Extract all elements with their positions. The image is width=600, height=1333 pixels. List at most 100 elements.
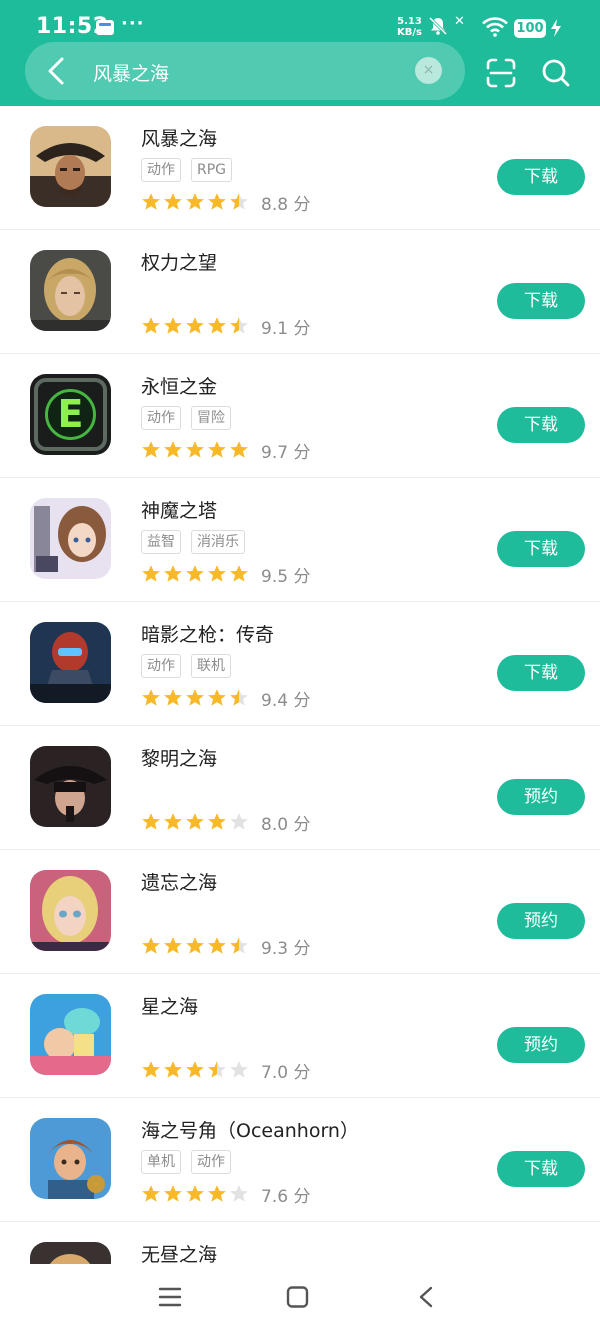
download-button[interactable]: 下载: [497, 283, 585, 319]
notification-mail-icon: [96, 20, 114, 35]
app-name: 遗忘之海: [141, 872, 218, 894]
star-filled-icon: [208, 565, 226, 582]
star-filled-icon: [164, 565, 182, 582]
star-filled-icon: [208, 317, 226, 334]
download-button[interactable]: 下载: [497, 531, 585, 567]
star-rating: [141, 564, 249, 584]
search-results-list[interactable]: 风暴之海 动作 RPG 8.8 分 下载 权力之望 9.1 分 下载 E 永恒之…: [0, 106, 600, 1264]
star-filled-icon: [142, 1061, 160, 1078]
score-label: 7.6 分: [261, 1186, 311, 1207]
rating: 7.6 分: [141, 1184, 311, 1207]
star-filled-icon: [208, 441, 226, 458]
star-rating: [141, 316, 249, 336]
score-label: 9.7 分: [261, 442, 311, 463]
back-arrow-icon[interactable]: [42, 54, 74, 88]
star-filled-icon: [186, 937, 204, 954]
scan-icon[interactable]: [486, 58, 516, 88]
tag-list: 益智 消消乐: [141, 530, 245, 554]
no-sim-icon: ✕: [454, 14, 465, 29]
list-item[interactable]: 星之海 7.0 分 预约: [0, 974, 600, 1098]
star-filled-icon: [186, 193, 204, 210]
tag-list: 动作 RPG: [141, 158, 233, 182]
rating: 9.4 分: [141, 688, 310, 711]
rating: 9.1 分: [141, 316, 311, 339]
tag: 消消乐: [191, 530, 245, 554]
wifi-icon: [482, 17, 508, 37]
star-filled-icon: [142, 1185, 160, 1202]
shadowgun-soldier-icon: [30, 622, 111, 703]
star-empty-icon: [230, 1185, 248, 1202]
home-icon[interactable]: [286, 1286, 310, 1308]
star-half-icon: [230, 193, 248, 210]
list-item[interactable]: 风暴之海 动作 RPG 8.8 分 下载: [0, 106, 600, 230]
star-rating: [141, 1060, 249, 1080]
list-item[interactable]: 遗忘之海 9.3 分 预约: [0, 850, 600, 974]
more-notifications-icon: ···: [121, 13, 145, 34]
network-speed: 5.13 KB/s: [397, 16, 422, 38]
star-filled-icon: [186, 1061, 204, 1078]
reserve-button[interactable]: 预约: [497, 1027, 585, 1063]
search-icon[interactable]: [541, 57, 571, 89]
list-item[interactable]: 海之号角（Oceanhorn） 单机 动作 7.6 分 下载: [0, 1098, 600, 1222]
star-rating: [141, 440, 249, 460]
rating: 7.0 分: [141, 1060, 311, 1083]
rating: 9.7 分: [141, 440, 311, 463]
star-rating: [141, 192, 249, 212]
score-label: 7.0 分: [261, 1062, 311, 1083]
tag: 动作: [141, 406, 181, 430]
list-item[interactable]: 神魔之塔 益智 消消乐 9.5 分 下载: [0, 478, 600, 602]
status-bar: 11:52 ··· 5.13 KB/s ✕ 100: [0, 0, 600, 44]
tag: 单机: [141, 1150, 181, 1174]
download-button[interactable]: 下载: [497, 655, 585, 691]
star-half-icon: [208, 1061, 226, 1078]
star-filled-icon: [142, 317, 160, 334]
star-half-icon: [230, 317, 248, 334]
system-nav-bar: [0, 1264, 600, 1333]
star-filled-icon: [230, 565, 248, 582]
star-filled-icon: [186, 1185, 204, 1202]
star-filled-icon: [208, 937, 226, 954]
recent-apps-icon[interactable]: [158, 1286, 182, 1308]
star-filled-icon: [142, 689, 160, 706]
app-name: 黎明之海: [141, 748, 218, 770]
star-empty-icon: [230, 1061, 248, 1078]
emerald-emblem-icon: E: [30, 374, 111, 455]
svg-text:E: E: [58, 392, 84, 436]
star-filled-icon: [164, 1061, 182, 1078]
star-filled-icon: [186, 317, 204, 334]
app-name: 星之海: [141, 996, 199, 1018]
reserve-button[interactable]: 预约: [497, 903, 585, 939]
star-filled-icon: [164, 937, 182, 954]
pirate-captain-icon: [30, 126, 111, 207]
tag-list: 动作 联机: [141, 654, 231, 678]
list-item[interactable]: E 永恒之金 动作 冒险 9.7 分 下载: [0, 354, 600, 478]
list-item[interactable]: 权力之望 9.1 分 下载: [0, 230, 600, 354]
tag: 动作: [191, 1150, 231, 1174]
star-filled-icon: [142, 193, 160, 210]
app-name: 暗影之枪：传奇: [141, 624, 275, 646]
list-item[interactable]: 无昼之海: [0, 1222, 600, 1264]
star-filled-icon: [208, 1185, 226, 1202]
download-button[interactable]: 下载: [497, 159, 585, 195]
star-filled-icon: [186, 813, 204, 830]
back-icon[interactable]: [417, 1286, 435, 1308]
list-item[interactable]: 黎明之海 8.0 分 预约: [0, 726, 600, 850]
star-filled-icon: [164, 813, 182, 830]
score-label: 9.1 分: [261, 318, 311, 339]
star-filled-icon: [186, 441, 204, 458]
star-filled-icon: [186, 689, 204, 706]
score-label: 8.0 分: [261, 814, 311, 835]
list-item[interactable]: 暗影之枪：传奇 动作 联机 9.4 分 下载: [0, 602, 600, 726]
network-speed-unit: KB/s: [397, 27, 422, 38]
star-rating: [141, 812, 249, 832]
star-half-icon: [230, 689, 248, 706]
download-button[interactable]: 下载: [497, 407, 585, 443]
app-name: 永恒之金: [141, 376, 218, 398]
star-filled-icon: [142, 813, 160, 830]
download-button[interactable]: 下载: [497, 1151, 585, 1187]
reserve-button[interactable]: 预约: [497, 779, 585, 815]
blond-character-icon: [30, 1242, 111, 1264]
star-filled-icon: [164, 193, 182, 210]
clear-search-button[interactable]: ×: [415, 57, 442, 84]
search-input[interactable]: [93, 58, 393, 86]
